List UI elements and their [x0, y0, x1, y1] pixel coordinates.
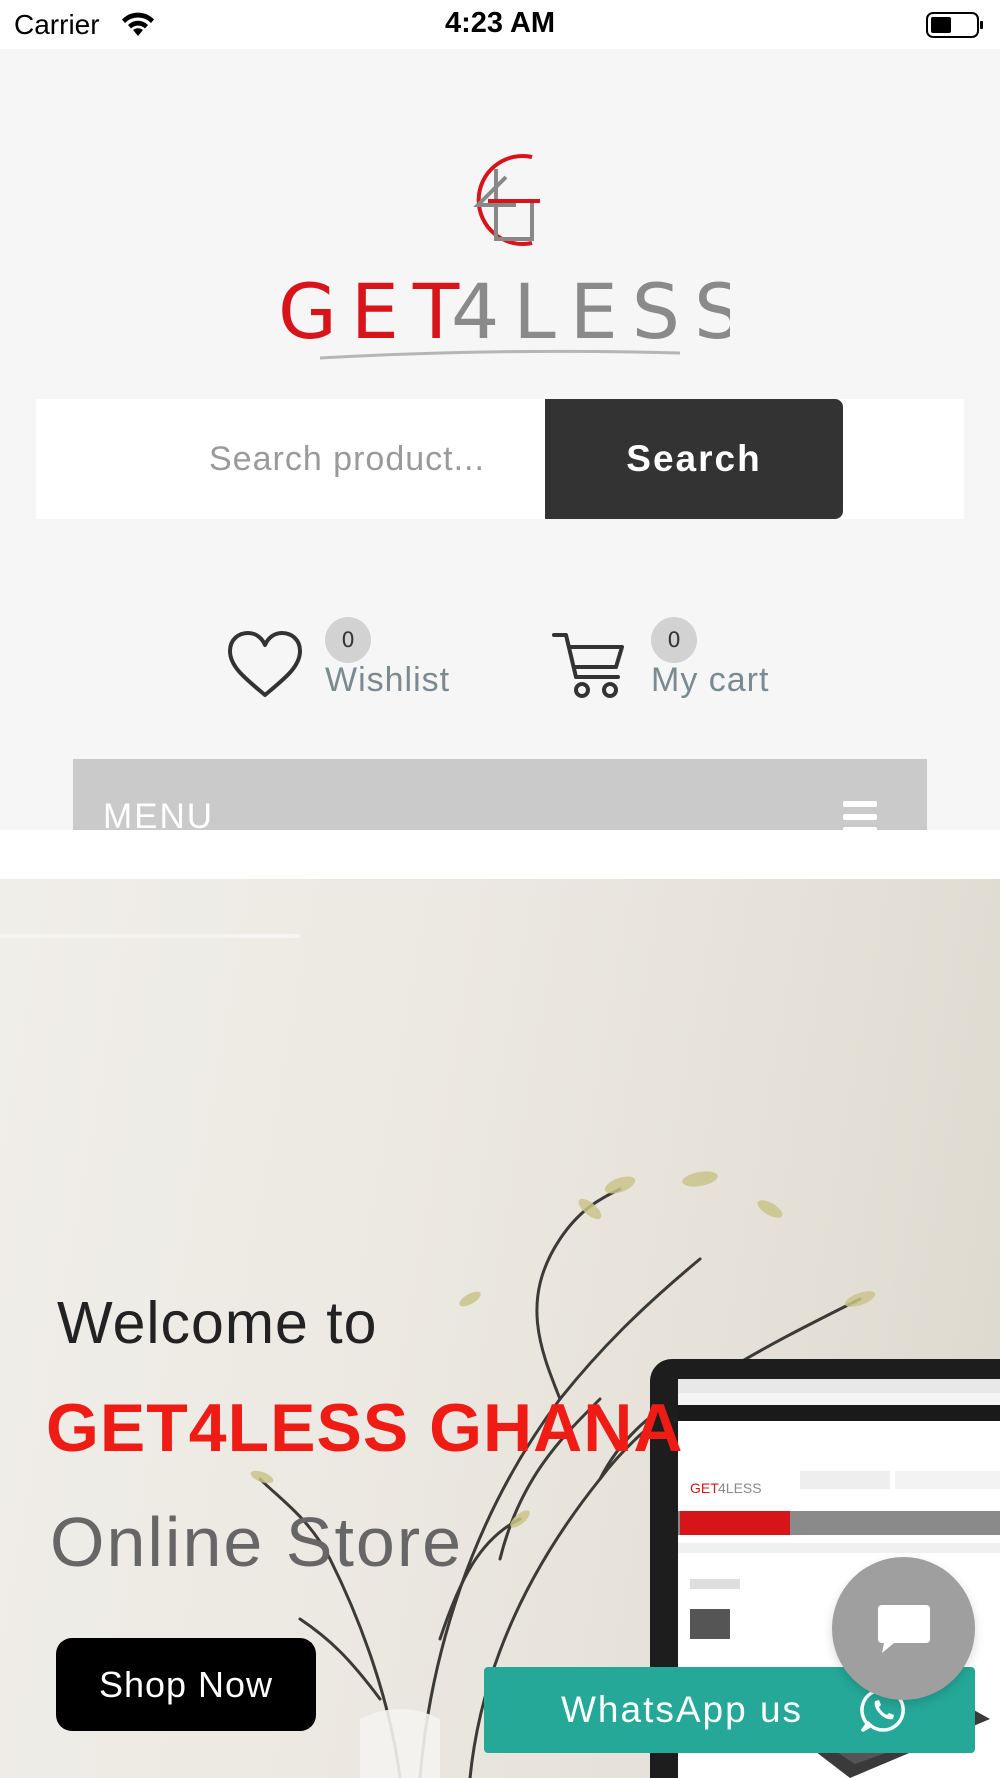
get4less-logo[interactable]: GET 4LESS	[270, 143, 730, 403]
svg-text:4LESS: 4LESS	[451, 267, 730, 356]
wishlist-count-badge: 0	[325, 617, 371, 663]
svg-text:GET: GET	[690, 1480, 719, 1496]
hero-welcome-text: Welcome to	[57, 1290, 378, 1356]
hero-brand-title: GET4LESS GHANA	[46, 1390, 684, 1466]
svg-text:GET: GET	[278, 267, 473, 356]
wishlist-link[interactable]: 0 Wishlist	[226, 617, 466, 707]
hamburger-icon[interactable]	[843, 801, 877, 833]
wishlist-label: Wishlist	[325, 661, 451, 699]
heart-icon	[228, 631, 302, 697]
whatsapp-label: WhatsApp us	[561, 1689, 804, 1730]
shop-now-button[interactable]: Shop Now	[56, 1638, 316, 1731]
hero-subtitle: Online Store	[50, 1503, 464, 1581]
live-chat-button[interactable]	[832, 1557, 975, 1700]
site-header: GET 4LESS Search 0 Wishlist 0 My cart ME…	[0, 49, 1000, 879]
shopping-cart-icon	[552, 633, 624, 698]
cart-label: My cart	[651, 661, 770, 699]
search-bar: Search	[36, 399, 964, 519]
clock: 4:23 AM	[444, 7, 556, 39]
svg-text:4LESS: 4LESS	[718, 1480, 762, 1496]
search-button[interactable]: Search	[545, 399, 843, 519]
section-divider	[0, 830, 1000, 879]
battery-icon	[926, 12, 983, 38]
chat-bubble-icon	[878, 1605, 930, 1653]
status-bar: Carrier 4:23 AM	[0, 0, 1000, 49]
cart-count-badge: 0	[651, 617, 697, 663]
search-input[interactable]	[36, 399, 545, 519]
cart-link[interactable]: 0 My cart	[552, 617, 792, 707]
